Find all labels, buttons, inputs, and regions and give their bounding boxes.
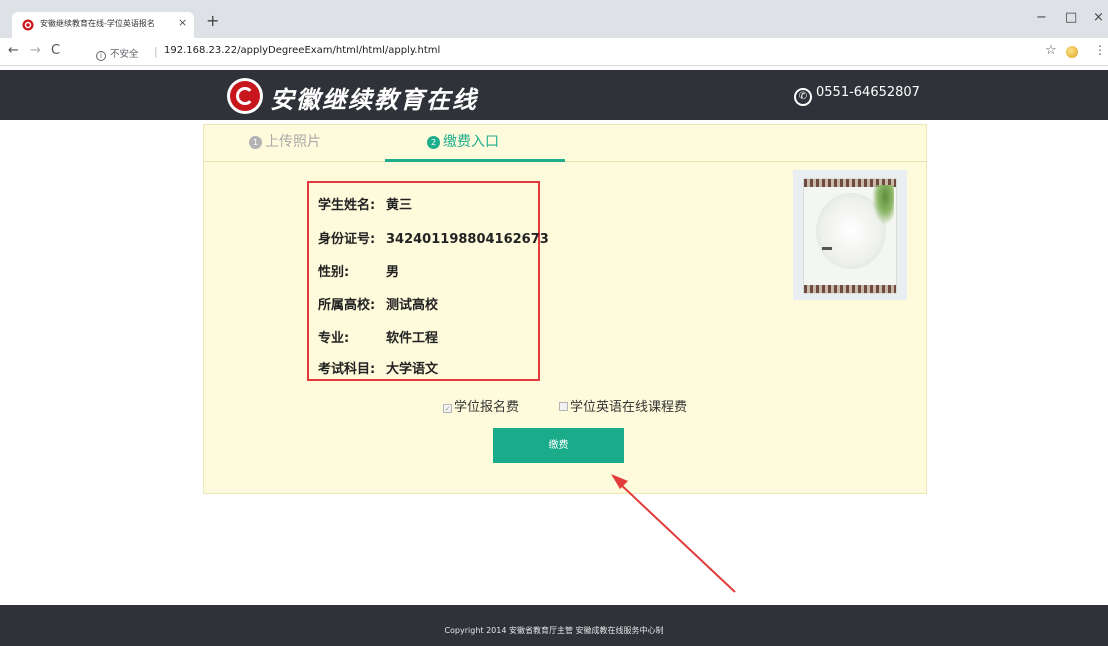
exam-subject-row: 考试科目: 大学语文 xyxy=(318,358,438,377)
forward-arrow-icon[interactable]: → xyxy=(30,43,41,59)
id-number-label: 身份证号: xyxy=(318,232,376,247)
degree-fee-checkbox[interactable]: ✓ 学位报名费 xyxy=(443,396,519,415)
browser-tab[interactable]: 安徽继续教育在线-学位英语报名 × xyxy=(12,12,194,38)
extension-icon[interactable] xyxy=(1066,46,1078,58)
exam-subject-label: 考试科目: xyxy=(318,362,376,377)
active-step-indicator xyxy=(385,159,565,162)
url-input[interactable]: 192.168.23.22/applyDegreeExam/html/html/… xyxy=(164,45,440,56)
pay-button[interactable]: 缴费 xyxy=(493,428,624,463)
phone-icon: ✆ xyxy=(794,88,812,106)
copyright-text: Copyright 2014 安徽省教育厅主管 安徽成教在线服务中心制 xyxy=(444,626,664,635)
student-name-value: 黄三 xyxy=(386,198,413,213)
security-indicator[interactable]: i 不安全 xyxy=(96,46,139,61)
url-divider: | xyxy=(154,45,158,58)
security-label: 不安全 xyxy=(110,49,139,60)
checkbox-checked-icon: ✓ xyxy=(443,404,452,413)
reload-icon[interactable]: C xyxy=(51,43,60,59)
step-number-badge: 2 xyxy=(427,136,440,149)
phone-number: 0551-64652807 xyxy=(816,85,920,100)
student-photo xyxy=(803,178,897,294)
browser-menu-icon[interactable]: ⋮ xyxy=(1094,43,1106,57)
window-close-button[interactable]: × xyxy=(1093,11,1104,25)
site-header xyxy=(0,70,1108,120)
school-label: 所属高校: xyxy=(318,298,376,313)
gender-row: 性别: 男 xyxy=(318,261,399,280)
major-row: 专业: 软件工程 xyxy=(318,327,438,346)
student-name-row: 学生姓名: 黄三 xyxy=(318,194,412,213)
school-row: 所属高校: 测试高校 xyxy=(318,294,438,313)
new-tab-button[interactable]: + xyxy=(206,13,219,29)
step-number-badge: 1 xyxy=(249,136,262,149)
major-value: 软件工程 xyxy=(386,331,439,346)
contact-phone: ✆ 0551-64652807 xyxy=(794,85,920,106)
id-number-row: 身份证号: 342401198804162673 xyxy=(318,228,549,247)
id-number-value: 342401198804162673 xyxy=(386,232,549,247)
step-label: 上传照片 xyxy=(265,134,321,150)
tab-close-icon[interactable]: × xyxy=(178,16,187,29)
gender-value: 男 xyxy=(386,265,400,280)
browser-tab-title: 安徽继续教育在线-学位英语报名 xyxy=(40,19,155,28)
step-payment-entry[interactable]: 2 缴费入口 xyxy=(427,131,499,151)
site-logo-icon[interactable] xyxy=(227,78,263,114)
checkbox-unchecked-icon xyxy=(559,402,568,411)
exam-subject-value: 大学语文 xyxy=(386,362,439,377)
course-fee-checkbox[interactable]: 学位英语在线课程费 xyxy=(559,396,687,415)
school-value: 测试高校 xyxy=(386,298,439,313)
restore-button[interactable]: □ xyxy=(1065,11,1077,25)
major-label: 专业: xyxy=(318,331,350,346)
site-name: 安徽继续教育在线 xyxy=(270,85,478,114)
gender-label: 性别: xyxy=(318,265,350,280)
bookmark-star-icon[interactable]: ☆ xyxy=(1045,43,1057,58)
site-favicon-icon xyxy=(22,19,34,31)
minimize-button[interactable]: − xyxy=(1036,11,1047,25)
degree-fee-label: 学位报名费 xyxy=(454,400,520,415)
step-label: 缴费入口 xyxy=(443,134,499,150)
course-fee-label: 学位英语在线课程费 xyxy=(570,400,688,415)
info-icon: i xyxy=(96,51,106,61)
student-name-label: 学生姓名: xyxy=(318,198,376,213)
step-upload-photo[interactable]: 1 上传照片 xyxy=(249,131,321,151)
back-arrow-icon[interactable]: ← xyxy=(8,43,19,59)
